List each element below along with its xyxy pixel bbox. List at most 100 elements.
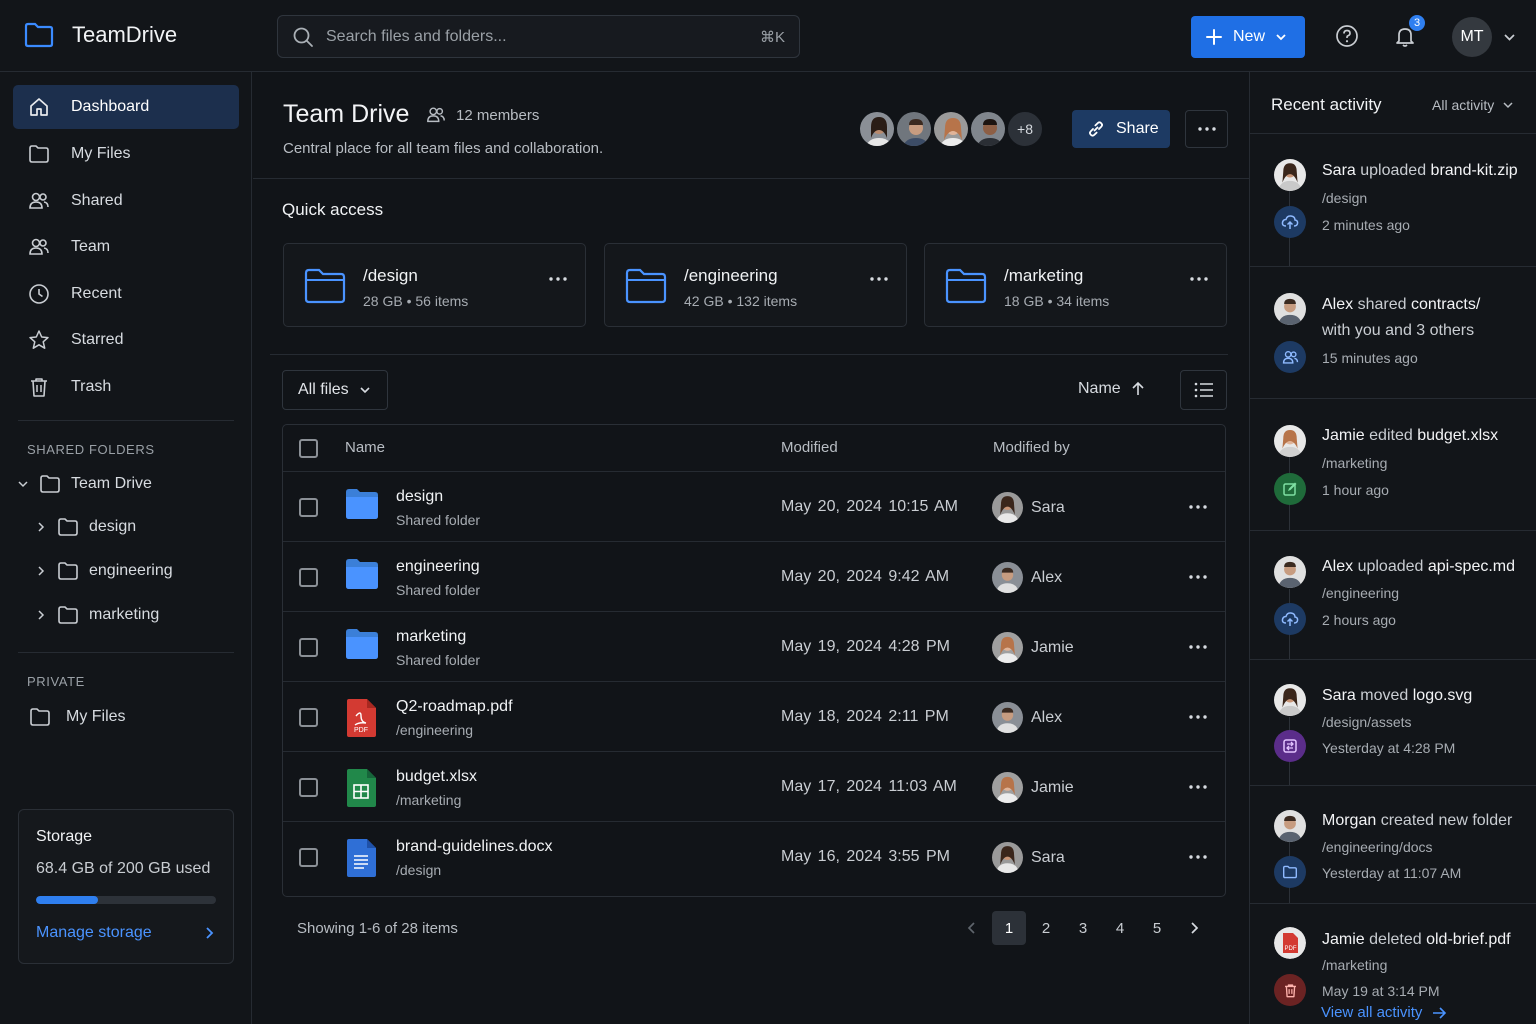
list-view-button[interactable] [1180, 370, 1227, 410]
pdf-file-icon: PDF [1274, 927, 1306, 959]
table-row[interactable]: brand-guidelines.docx /design May 16, 20… [283, 821, 1225, 891]
more-horizontal-icon[interactable] [1189, 645, 1207, 649]
activity-user: Alex [1322, 558, 1354, 575]
page-button[interactable]: 4 [1103, 911, 1137, 945]
share-button-label: Share [1116, 120, 1159, 137]
sidebar-item-shared[interactable]: Shared [13, 179, 239, 223]
activity-item[interactable]: Jamie edited budget.xlsx /marketing 1 ho… [1250, 398, 1536, 531]
activity-item[interactable]: Sara moved logo.svg /design/assets Yeste… [1250, 659, 1536, 786]
more-members-badge[interactable]: +8 [1006, 110, 1044, 148]
search-bar[interactable]: Search files and folders... ⌘K [277, 15, 800, 58]
chevron-down-icon[interactable] [1503, 31, 1516, 43]
view-all-activity-link[interactable]: View all activity [1321, 1004, 1447, 1021]
member-avatar[interactable] [932, 110, 970, 148]
new-button[interactable]: New [1191, 16, 1305, 58]
quick-access-card[interactable]: /marketing 18 GB • 34 items [924, 243, 1227, 327]
quick-access-count: 34 items [1056, 293, 1110, 309]
activity-filter-label: All activity [1432, 97, 1495, 113]
row-checkbox[interactable] [299, 848, 318, 867]
sidebar-item-label: Shared [71, 192, 123, 209]
activity-item[interactable]: Sara uploaded brand-kit.zip /design 2 mi… [1250, 133, 1536, 267]
chevron-down-icon [360, 387, 370, 394]
search-input[interactable]: Search files and folders... [326, 28, 760, 46]
users-icon [1274, 341, 1306, 373]
help-icon[interactable] [1335, 24, 1359, 48]
sidebar-item-team[interactable]: Team [13, 225, 239, 269]
activity-text: Jamie edited budget.xlsx [1322, 423, 1527, 449]
tree-item-label: My Files [66, 708, 126, 725]
avatar [1274, 159, 1306, 191]
more-horizontal-icon[interactable] [549, 277, 567, 281]
row-checkbox[interactable] [299, 638, 318, 657]
tree-item-marketing[interactable]: marketing [35, 605, 159, 625]
member-avatar[interactable] [858, 110, 896, 148]
sidebar-item-starred[interactable]: Starred [13, 318, 239, 362]
users-icon [427, 107, 445, 123]
row-checkbox[interactable] [299, 568, 318, 587]
select-all-checkbox[interactable] [299, 439, 318, 458]
table-row[interactable]: engineering Shared folder May 20, 2024 9… [283, 541, 1225, 611]
page-button[interactable]: 5 [1140, 911, 1174, 945]
file-filter-dropdown[interactable]: All files [282, 370, 388, 410]
chevron-right-icon [38, 522, 45, 532]
page-button[interactable]: 1 [992, 911, 1026, 945]
more-options-button[interactable] [1185, 110, 1228, 148]
activity-user: Morgan [1322, 812, 1377, 829]
column-header-modified-by[interactable]: Modified by [993, 439, 1070, 456]
page-button[interactable]: 3 [1066, 911, 1100, 945]
tree-item-team-drive[interactable]: Team Drive [17, 474, 152, 494]
table-row[interactable]: design Shared folder May 20, 2024 10:15 … [283, 471, 1225, 541]
quick-access-card[interactable]: /design 28 GB • 56 items [283, 243, 586, 327]
more-horizontal-icon[interactable] [870, 277, 888, 281]
file-location: /design [396, 862, 442, 878]
sidebar-item-recent[interactable]: Recent [13, 272, 239, 316]
sidebar-item-dashboard[interactable]: Dashboard [13, 85, 239, 129]
top-bar: TeamDrive Search files and folders... ⌘K… [0, 0, 1536, 72]
more-horizontal-icon[interactable] [1189, 575, 1207, 579]
tree-item-design[interactable]: design [35, 517, 136, 537]
activity-filter-dropdown[interactable]: All activity [1432, 97, 1514, 113]
more-horizontal-icon[interactable] [1189, 715, 1207, 719]
file-name: design [396, 488, 444, 505]
column-header-modified[interactable]: Modified [781, 439, 838, 456]
next-page-button[interactable] [1177, 911, 1211, 945]
table-row[interactable]: PDF Q2-roadmap.pdf /engineering May 18, … [283, 681, 1225, 751]
row-checkbox[interactable] [299, 708, 318, 727]
brand[interactable]: TeamDrive [24, 22, 177, 48]
more-horizontal-icon[interactable] [1189, 505, 1207, 509]
row-checkbox[interactable] [299, 778, 318, 797]
table-row[interactable]: marketing Shared folder May 19, 2024 4:2… [283, 611, 1225, 681]
star-icon [29, 330, 49, 349]
column-header-name[interactable]: Name [345, 439, 385, 456]
previous-page-button[interactable] [955, 911, 989, 945]
document-file-icon [347, 839, 376, 877]
file-modified: May 17, 2024 11:03 AM [781, 778, 957, 795]
row-checkbox[interactable] [299, 498, 318, 517]
share-button[interactable]: Share [1072, 110, 1170, 148]
sidebar-item-label: Trash [71, 378, 112, 395]
sidebar-item-trash[interactable]: Trash [13, 365, 239, 409]
member-avatar[interactable] [969, 110, 1007, 148]
activity-item[interactable]: Morgan created new folder /engineering/d… [1250, 785, 1536, 904]
members-count[interactable]: 12 members [426, 105, 539, 125]
storage-progress-bar [36, 896, 216, 904]
activity-action: deleted [1369, 931, 1422, 948]
activity-item[interactable]: Alex uploaded api-spec.md /engineering 2… [1250, 530, 1536, 660]
page-description: Central place for all team files and col… [283, 140, 604, 157]
tree-item-engineering[interactable]: engineering [35, 561, 173, 581]
table-row[interactable]: budget.xlsx /marketing May 17, 2024 11:0… [283, 751, 1225, 821]
more-horizontal-icon[interactable] [1190, 277, 1208, 281]
user-avatar[interactable]: MT [1452, 17, 1492, 57]
sort-control[interactable]: Name [1078, 380, 1145, 398]
member-avatar[interactable] [895, 110, 933, 148]
activity-item[interactable]: Alex shared contracts/with you and 3 oth… [1250, 266, 1536, 398]
quick-access-card[interactable]: /engineering 42 GB • 132 items [604, 243, 907, 327]
file-modified-by: Jamie [992, 632, 1074, 663]
more-horizontal-icon[interactable] [1189, 855, 1207, 859]
more-horizontal-icon[interactable] [1189, 785, 1207, 789]
page-button[interactable]: 2 [1029, 911, 1063, 945]
sidebar-item-my-files[interactable]: My Files [13, 132, 239, 176]
file-modified-by: Alex [992, 702, 1062, 733]
private-item-my-files[interactable]: My Files [29, 707, 126, 727]
manage-storage-link[interactable]: Manage storage [36, 924, 216, 942]
